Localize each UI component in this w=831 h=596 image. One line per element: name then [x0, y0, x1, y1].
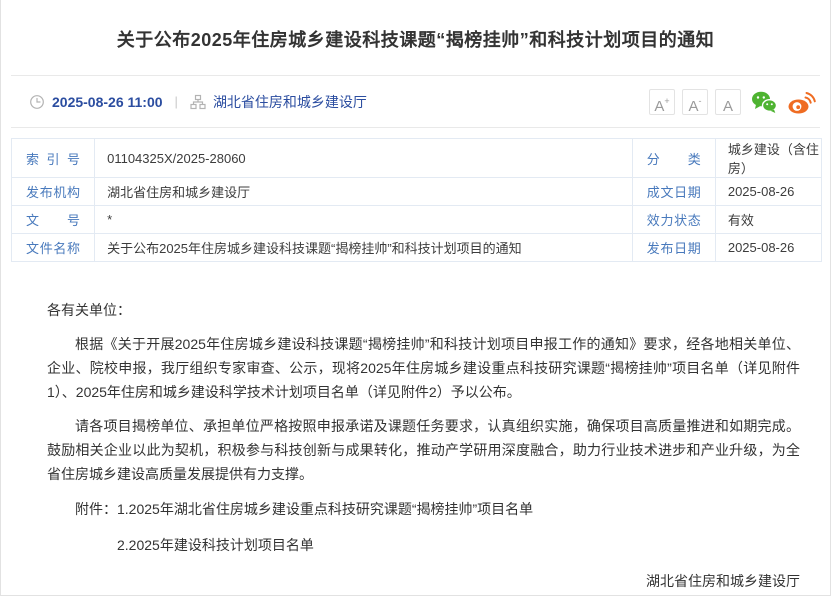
- clock-icon: [29, 94, 45, 110]
- source-link[interactable]: 湖北省住房和城乡建设厅: [213, 92, 367, 112]
- salutation: 各有关单位：: [47, 298, 800, 322]
- body-paragraph-1: 根据《关于开展2025年住房城乡建设科技课题“揭榜挂帅”和科技计划项目申报工作的…: [47, 332, 800, 404]
- table-row: 索引号 01104325X/2025-28060 分类 城乡建设（含住房）: [12, 139, 822, 178]
- publish-datetime: 2025-08-26 11:00: [52, 94, 163, 110]
- meta-right: A+ A- A: [642, 89, 816, 115]
- validity-status-label: 效力状态: [632, 206, 715, 234]
- meta-divider: [11, 127, 820, 128]
- publish-date-value: 2025-08-26: [715, 234, 821, 262]
- index-number-value: 01104325X/2025-28060: [95, 139, 633, 178]
- document-page: 关于公布2025年住房城乡建设科技课题“揭榜挂帅”和科技计划项目的通知 2025…: [0, 0, 831, 596]
- attachment-item-1: 附件：1.2025年湖北省住房城乡建设重点科技研究课题“揭榜挂帅”项目名单: [47, 497, 800, 521]
- font-decrease-button[interactable]: A-: [682, 89, 708, 115]
- table-row: 发布机构 湖北省住房和城乡建设厅 成文日期 2025-08-26: [12, 178, 822, 206]
- doc-title-value: 关于公布2025年住房城乡建设科技课题“揭榜挂帅”和科技计划项目的通知: [95, 234, 633, 262]
- meta-separator: |: [175, 94, 178, 109]
- meta-bar: 2025-08-26 11:00 | 湖北省住房和城乡建设厅 A+ A- A: [1, 76, 830, 127]
- weibo-share-icon[interactable]: [788, 90, 816, 114]
- validity-status-value: 有效: [715, 206, 821, 234]
- doc-number-value: *: [95, 206, 633, 234]
- written-date-value: 2025-08-26: [715, 178, 821, 206]
- signature-agency: 湖北省住房和城乡建设厅: [47, 569, 800, 593]
- doc-title-label: 文件名称: [12, 234, 95, 262]
- written-date-label: 成文日期: [632, 178, 715, 206]
- body-paragraph-2: 请各项目揭榜单位、承担单位严格按照申报承诺及课题任务要求，认真组织实施，确保项目…: [47, 414, 800, 486]
- wechat-share-icon[interactable]: [751, 90, 778, 114]
- table-row: 文件名称 关于公布2025年住房城乡建设科技课题“揭榜挂帅”和科技计划项目的通知…: [12, 234, 822, 262]
- issuing-agency-value: 湖北省住房和城乡建设厅: [95, 178, 633, 206]
- index-number-label: 索引号: [12, 139, 95, 178]
- meta-left: 2025-08-26 11:00 | 湖北省住房和城乡建设厅: [29, 92, 367, 112]
- table-row: 文号 * 效力状态 有效: [12, 206, 822, 234]
- doc-number-label: 文号: [12, 206, 95, 234]
- page-title: 关于公布2025年住房城乡建设科技课题“揭榜挂帅”和科技计划项目的通知: [1, 26, 830, 52]
- publish-date-label: 发布日期: [632, 234, 715, 262]
- page-header: 关于公布2025年住房城乡建设科技课题“揭榜挂帅”和科技计划项目的通知: [1, 0, 830, 75]
- document-body: 各有关单位： 根据《关于开展2025年住房城乡建设科技课题“揭榜挂帅”和科技计划…: [1, 262, 830, 596]
- issuing-agency-label: 发布机构: [12, 178, 95, 206]
- category-label: 分类: [632, 139, 715, 178]
- category-value: 城乡建设（含住房）: [715, 139, 821, 178]
- attachment-item-2: 2.2025年建设科技计划项目名单: [47, 533, 800, 557]
- font-increase-button[interactable]: A+: [649, 89, 675, 115]
- font-reset-button[interactable]: A: [715, 89, 741, 115]
- document-info-table: 索引号 01104325X/2025-28060 分类 城乡建设（含住房） 发布…: [11, 138, 822, 262]
- sitemap-icon: [190, 94, 206, 110]
